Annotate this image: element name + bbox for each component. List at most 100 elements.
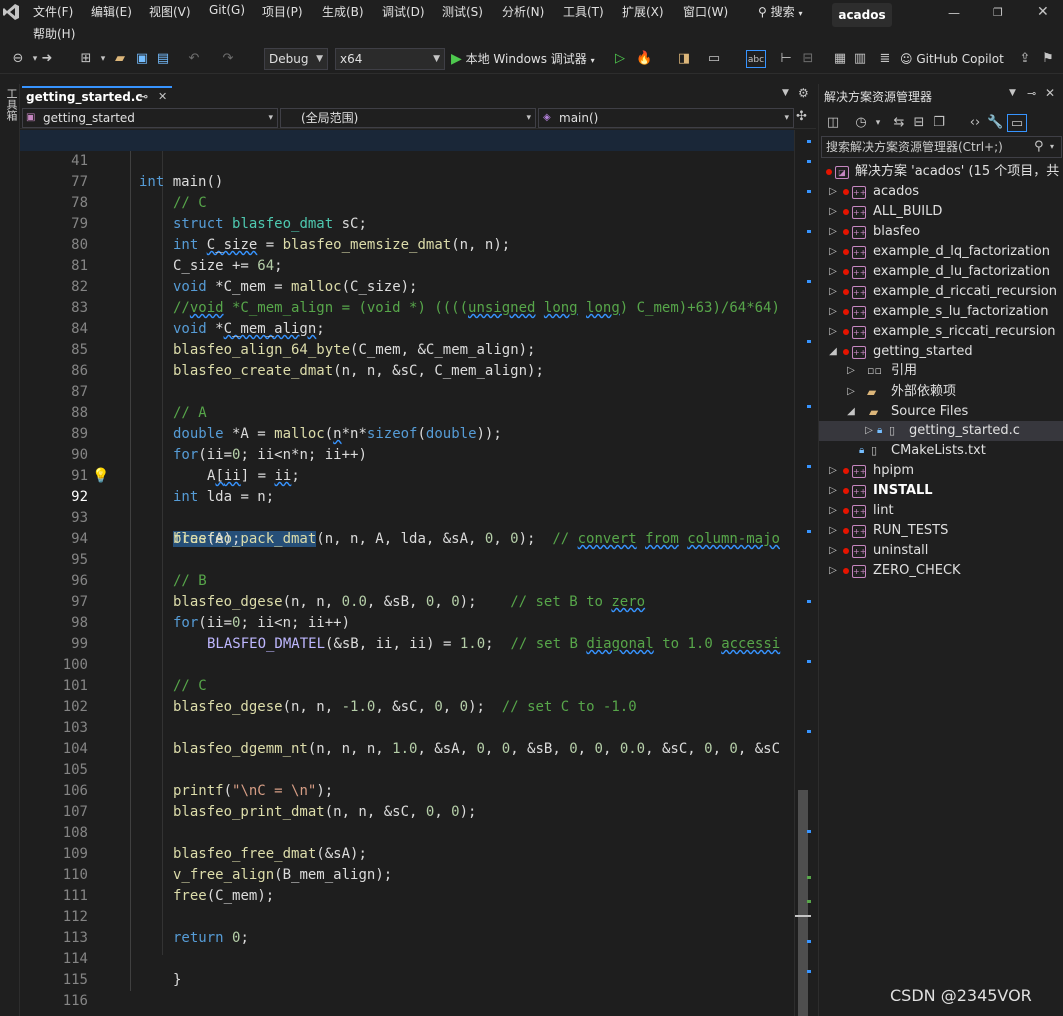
show-all-files-icon[interactable]: ❐ [931, 114, 947, 132]
save-icon[interactable]: ▣ [134, 50, 150, 68]
menu-file[interactable]: 文件(F) [33, 3, 73, 20]
toolbar-options-icon[interactable]: ≣ [878, 50, 892, 68]
chevron-right-icon[interactable]: ▷ [827, 222, 839, 242]
menu-git[interactable]: Git(G) [209, 3, 245, 17]
member-dropdown[interactable]: ◈ main() ▾ [538, 108, 794, 128]
redo-icon[interactable]: ↷ [220, 50, 236, 68]
bookmark-nav-icon[interactable]: ▥ [852, 50, 868, 68]
menu-view[interactable]: 视图(V) [149, 3, 191, 20]
spell-check-icon[interactable]: abc [746, 50, 766, 68]
chevron-right-icon[interactable]: ▷ [827, 521, 839, 541]
solution-explorer-icon[interactable]: ◨ [676, 50, 692, 68]
maximize-button[interactable]: ❐ [993, 6, 1003, 19]
tree-item-project[interactable]: ▷ ++ ALL_BUILD [819, 202, 1063, 222]
tree-item-project[interactable]: ▷ ++ lint [819, 501, 1063, 521]
tree-item-source-files[interactable]: ◢ ▰ Source Files [819, 402, 1063, 422]
pending-changes-icon[interactable]: ◷ [853, 114, 869, 132]
new-item-icon[interactable]: ⊞ [78, 50, 94, 68]
switch-views-icon[interactable]: ◫ [825, 114, 841, 132]
tree-item-project[interactable]: ▷ ++ RUN_TESTS [819, 521, 1063, 541]
chevron-right-icon[interactable]: ▷ [863, 421, 875, 441]
properties-icon[interactable]: 🔧 [987, 114, 1003, 132]
scope-dropdown[interactable]: (全局范围) ▾ [280, 108, 536, 128]
tree-item-project[interactable]: ▷ ++ uninstall [819, 541, 1063, 561]
tree-item-cmake-file[interactable]: 🔒︎ ▯ CMakeLists.txt [819, 441, 1063, 461]
tree-item-project[interactable]: ▷ ++ example_s_riccati_recursion [819, 322, 1063, 342]
editor-vertical-scrollbar[interactable] [794, 130, 811, 1016]
tree-item-solution[interactable]: ◪ 解决方案 'acados' (15 个项目，共 15 [819, 162, 1063, 182]
close-window-button[interactable]: ✕ [1037, 4, 1049, 20]
menu-analyze[interactable]: 分析(N) [502, 3, 544, 20]
chevron-right-icon[interactable]: ▷ [827, 541, 839, 561]
back-icon[interactable]: ⊖ [10, 50, 26, 68]
chevron-right-icon[interactable]: ▷ [827, 202, 839, 222]
chevron-right-icon[interactable]: ▷ [827, 242, 839, 262]
close-icon[interactable]: ✕ [158, 88, 167, 106]
chevron-down-icon[interactable]: ▾ [871, 114, 885, 132]
new-item-dropdown-icon[interactable]: ▾ [96, 50, 110, 68]
search-button[interactable]: ⚲ 搜索 ▾ [758, 3, 802, 20]
chevron-right-icon[interactable]: ▷ [827, 302, 839, 322]
pin-icon[interactable]: ⊸ [139, 88, 148, 106]
settings-icon[interactable]: ⚙ [798, 86, 809, 100]
forward-icon[interactable]: ➜ [40, 50, 54, 68]
chevron-right-icon[interactable]: ▷ [827, 561, 839, 581]
tree-item-project[interactable]: ▷ ++ example_d_lq_factorization [819, 242, 1063, 262]
start-without-debugging-icon[interactable]: ▷ [612, 50, 628, 68]
tab-list-dropdown-icon[interactable]: ▼ [782, 88, 789, 98]
close-icon[interactable]: ✕ [1045, 86, 1055, 100]
chevron-down-icon[interactable]: ◢ [845, 402, 857, 422]
tree-item-project[interactable]: ▷ ++ example_d_riccati_recursion [819, 282, 1063, 302]
chevron-right-icon[interactable]: ▷ [827, 182, 839, 202]
tree-item-project[interactable]: ▷ ++ ZERO_CHECK [819, 561, 1063, 581]
menu-project[interactable]: 项目(P) [262, 3, 303, 20]
tree-item-project[interactable]: ▷ ++ example_d_lu_factorization [819, 262, 1063, 282]
tree-item-project[interactable]: ▷ ++ blasfeo [819, 222, 1063, 242]
chevron-right-icon[interactable]: ▷ [827, 501, 839, 521]
lightbulb-icon[interactable]: 💡 [92, 466, 109, 487]
configuration-dropdown[interactable]: Debug ▼ [264, 48, 328, 70]
tree-item-external-deps[interactable]: ▷ ▰ 外部依赖项 [819, 382, 1063, 402]
project-dropdown[interactable]: ▣ getting_started ▾ [22, 108, 278, 128]
chevron-right-icon[interactable]: ▷ [827, 262, 839, 282]
chevron-right-icon[interactable]: ▷ [827, 282, 839, 302]
uncomment-icon[interactable]: ⊟ [800, 50, 816, 68]
open-folder-icon[interactable]: ▰ [112, 50, 128, 68]
menu-window[interactable]: 窗口(W) [683, 3, 728, 20]
chevron-right-icon[interactable]: ▷ [827, 461, 839, 481]
chevron-right-icon[interactable]: ▷ [827, 322, 839, 342]
menu-tools[interactable]: 工具(T) [563, 3, 604, 20]
sync-icon[interactable]: ⇆ [891, 114, 907, 132]
menu-test[interactable]: 测试(S) [442, 3, 483, 20]
hot-reload-icon[interactable]: 🔥 [636, 50, 652, 68]
minimize-button[interactable]: — [948, 6, 960, 20]
menu-build[interactable]: 生成(B) [322, 3, 364, 20]
solution-explorer-search[interactable]: 搜索解决方案资源管理器(Ctrl+;) ⚲ ▾ [821, 136, 1062, 158]
start-debugging-button[interactable]: ▶ 本地 Windows 调试器 ▾ [451, 50, 619, 68]
comment-icon[interactable]: ⊢ [778, 50, 794, 68]
feedback-icon[interactable]: ⚑ [1040, 50, 1056, 68]
preview-icon[interactable]: ▭ [1007, 114, 1027, 132]
github-copilot-button[interactable]: ☺ GitHub Copilot [900, 50, 1010, 68]
tree-item-project[interactable]: ▷ ++ hpipm [819, 461, 1063, 481]
tree-item-project[interactable]: ▷ ++ acados [819, 182, 1063, 202]
tab-getting-started-c[interactable]: getting_started.c ⊸ ✕ [22, 86, 172, 106]
collapse-all-icon[interactable]: ⊟ [911, 114, 927, 132]
layout-icon[interactable]: ▭ [706, 50, 722, 68]
code-editor[interactable]: 41 int main() 77 // C 78 struct blasfeo_… [20, 130, 794, 1016]
platform-dropdown[interactable]: x64 ▼ [335, 48, 445, 70]
chevron-down-icon[interactable]: ◢ [827, 342, 839, 362]
save-all-icon[interactable]: ▤ [155, 50, 171, 68]
scrollbar-thumb[interactable] [798, 790, 808, 1016]
toolbox-tab[interactable]: 工具箱 [3, 88, 19, 121]
tree-item-source-file[interactable]: ▷ 🔒︎ ▯ getting_started.c [819, 421, 1063, 441]
menu-extensions[interactable]: 扩展(X) [622, 3, 664, 20]
chevron-right-icon[interactable]: ▷ [845, 382, 857, 402]
undo-icon[interactable]: ↶ [186, 50, 202, 68]
view-code-icon[interactable]: ‹› [967, 114, 983, 132]
chevron-right-icon[interactable]: ▷ [845, 361, 857, 381]
menu-edit[interactable]: 编辑(E) [91, 3, 132, 20]
bookmark-icon[interactable]: ▦ [832, 50, 848, 68]
split-editor-icon[interactable]: ✣ [796, 109, 807, 124]
chevron-right-icon[interactable]: ▷ [827, 481, 839, 501]
